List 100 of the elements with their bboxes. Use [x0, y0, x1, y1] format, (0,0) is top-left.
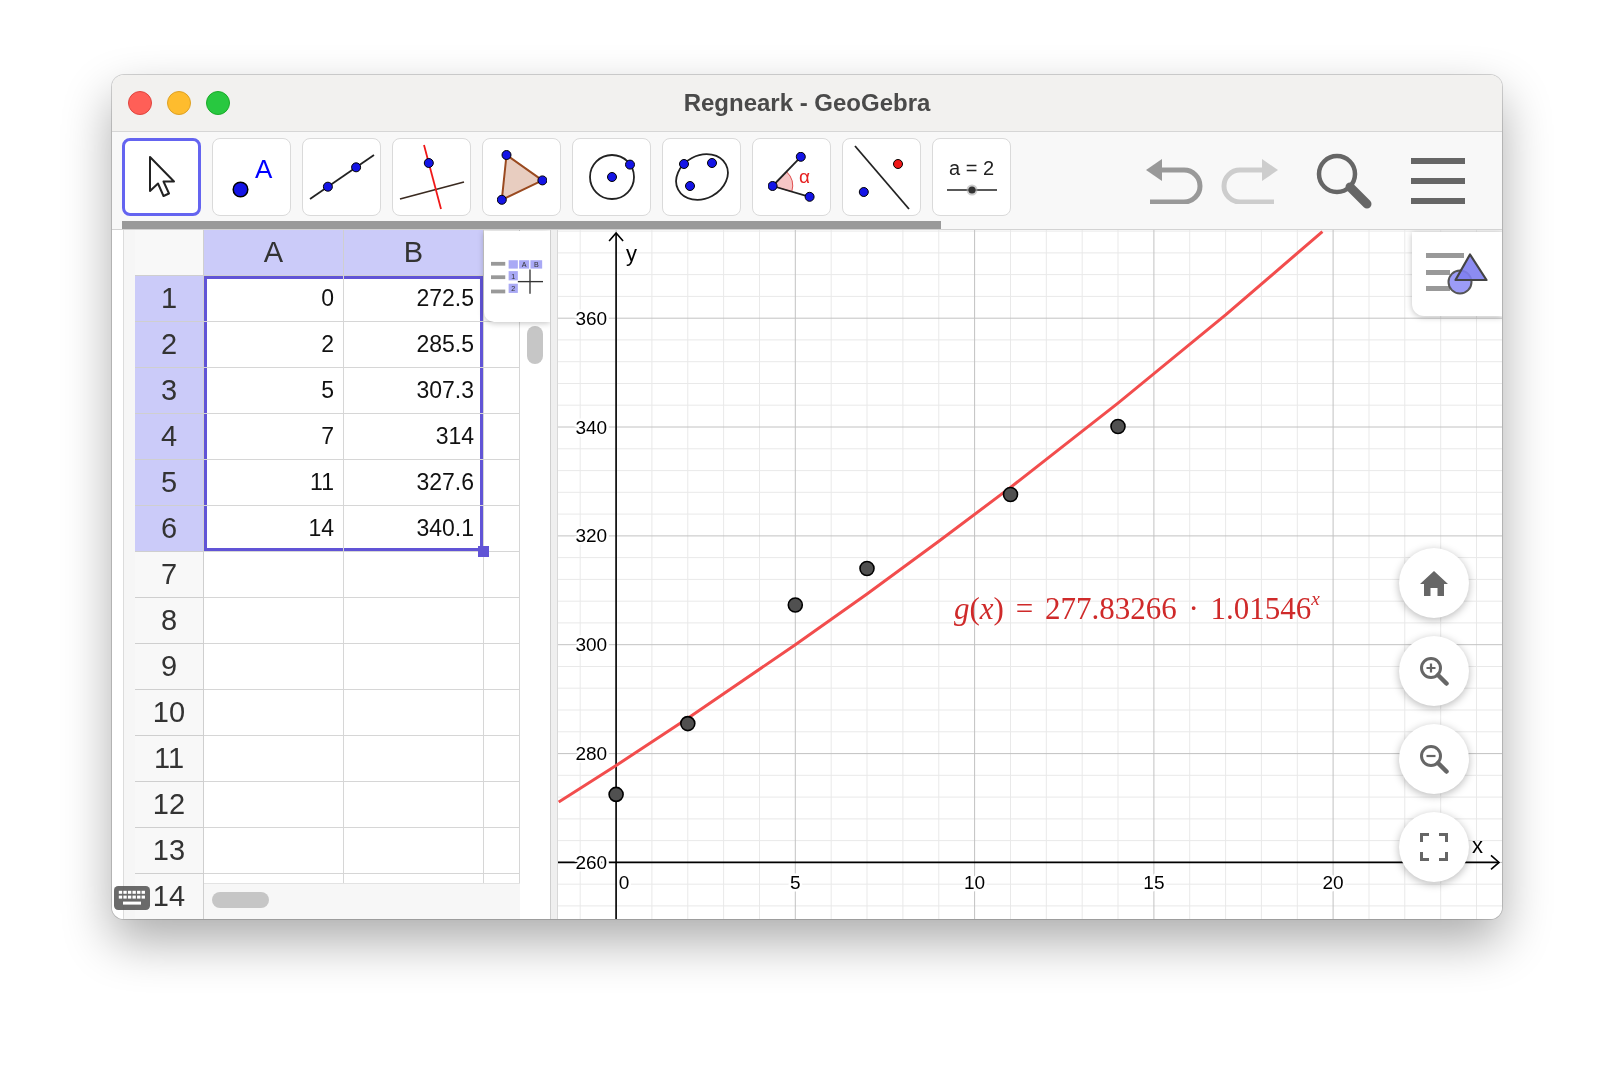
table-cell[interactable] [484, 736, 520, 782]
row-header[interactable]: 7 [135, 552, 204, 598]
row-header[interactable]: 3 [135, 368, 204, 414]
keyboard-icon[interactable] [114, 886, 150, 910]
x-tick-label: 10 [964, 871, 986, 893]
undo-icon[interactable] [1146, 157, 1203, 204]
column-header[interactable]: B [344, 230, 484, 276]
row-header[interactable]: 8 [135, 598, 204, 644]
conic-tool-button[interactable] [662, 138, 741, 216]
x-tick-label: 20 [1322, 871, 1344, 893]
table-cell[interactable] [484, 782, 520, 828]
row-header[interactable]: 1 [135, 276, 204, 322]
table-cell[interactable] [484, 552, 520, 598]
table-cell[interactable] [344, 690, 484, 736]
point-tool-button[interactable]: A [212, 138, 291, 216]
table-cell[interactable] [484, 828, 520, 874]
shapes-style-icon [1426, 253, 1488, 295]
table-cell[interactable] [484, 598, 520, 644]
perpendicular-lines-icon [398, 144, 465, 210]
zoom-in-button[interactable] [1399, 636, 1469, 706]
table-cell[interactable] [484, 414, 520, 460]
zoom-out-button[interactable] [1399, 724, 1469, 794]
table-cell[interactable]: 272.5 [344, 276, 484, 322]
row-header[interactable]: 5 [135, 460, 204, 506]
table-cell[interactable]: 5 [204, 368, 344, 414]
table-cell[interactable] [484, 322, 520, 368]
maximize-icon[interactable] [206, 91, 230, 115]
angle-icon [768, 152, 815, 202]
row-header[interactable]: 4 [135, 414, 204, 460]
fill-handle[interactable] [478, 546, 489, 557]
table-cell[interactable] [204, 736, 344, 782]
move-tool-button[interactable] [122, 138, 201, 216]
menu-icon[interactable] [1411, 157, 1465, 204]
scrollbar-thumb[interactable] [527, 326, 543, 364]
table-cell[interactable] [204, 782, 344, 828]
table-cell[interactable] [204, 690, 344, 736]
column-header[interactable]: A [204, 230, 344, 276]
y-tick-label: 340 [575, 416, 608, 438]
zoom-in-icon [1419, 656, 1449, 686]
row-header[interactable]: 2 [135, 322, 204, 368]
circle-tool-button[interactable] [572, 138, 651, 216]
row-header[interactable]: 11 [135, 736, 204, 782]
table-cell[interactable]: 14 [204, 506, 344, 552]
arrow-cursor-icon [147, 155, 176, 199]
slider-icon [945, 184, 998, 196]
table-cell[interactable] [344, 736, 484, 782]
perpendicular-tool-button[interactable] [392, 138, 471, 216]
triangle-icon [496, 149, 547, 205]
table-cell[interactable]: 0 [204, 276, 344, 322]
line-icon [308, 154, 375, 200]
row-header[interactable]: 6 [135, 506, 204, 552]
line-and-points-icon [852, 143, 911, 211]
table-cell[interactable]: 2 [204, 322, 344, 368]
table-cell[interactable] [344, 644, 484, 690]
row-header[interactable]: 9 [135, 644, 204, 690]
table-cell[interactable] [484, 644, 520, 690]
axis-label: x [1472, 832, 1483, 858]
table-cell[interactable]: 307.3 [344, 368, 484, 414]
search-icon[interactable] [1316, 152, 1372, 209]
graphics-style-button[interactable] [1412, 232, 1502, 316]
table-cell[interactable]: 285.5 [344, 322, 484, 368]
table-cell[interactable]: 314 [344, 414, 484, 460]
y-tick-label: 360 [575, 307, 608, 329]
table-cell[interactable] [344, 782, 484, 828]
row-header[interactable]: 12 [135, 782, 204, 828]
polygon-tool-button[interactable] [482, 138, 561, 216]
table-cell[interactable]: 340.1 [344, 506, 484, 552]
table-cell[interactable] [344, 598, 484, 644]
table-cell[interactable]: 11 [204, 460, 344, 506]
circle-icon [586, 152, 637, 202]
home-button[interactable] [1399, 548, 1469, 618]
table-cell[interactable] [204, 828, 344, 874]
toolbar-scrollbar[interactable] [122, 221, 941, 229]
minimize-icon[interactable] [167, 91, 191, 115]
table-cell[interactable] [484, 690, 520, 736]
row-header[interactable]: 10 [135, 690, 204, 736]
home-icon [1419, 569, 1449, 597]
table-cell[interactable] [344, 828, 484, 874]
table-cell[interactable] [204, 598, 344, 644]
scrollbar-thumb[interactable] [212, 892, 269, 908]
scrollbar-track[interactable] [204, 883, 520, 919]
table-cell[interactable] [484, 368, 520, 414]
x-tick-label: 0 [618, 871, 630, 893]
y-tick-label: 320 [575, 525, 608, 547]
table-cell[interactable]: 327.6 [344, 460, 484, 506]
fullscreen-icon [1420, 833, 1448, 861]
angle-tool-button[interactable]: α [752, 138, 831, 216]
zoom-out-icon [1419, 744, 1449, 774]
axis-label: y [626, 240, 638, 266]
fullscreen-button[interactable] [1399, 812, 1469, 882]
close-icon[interactable] [128, 91, 152, 115]
table-cell[interactable] [204, 552, 344, 598]
row-header[interactable]: 13 [135, 828, 204, 874]
reflect-tool-button[interactable] [842, 138, 921, 216]
table-cell[interactable] [484, 460, 520, 506]
x-tick-label: 15 [1143, 871, 1165, 893]
table-cell[interactable] [204, 644, 344, 690]
line-tool-button[interactable] [302, 138, 381, 216]
slider-tool-button[interactable]: a = 2 [932, 138, 1011, 216]
table-cell[interactable]: 7 [204, 414, 344, 460]
